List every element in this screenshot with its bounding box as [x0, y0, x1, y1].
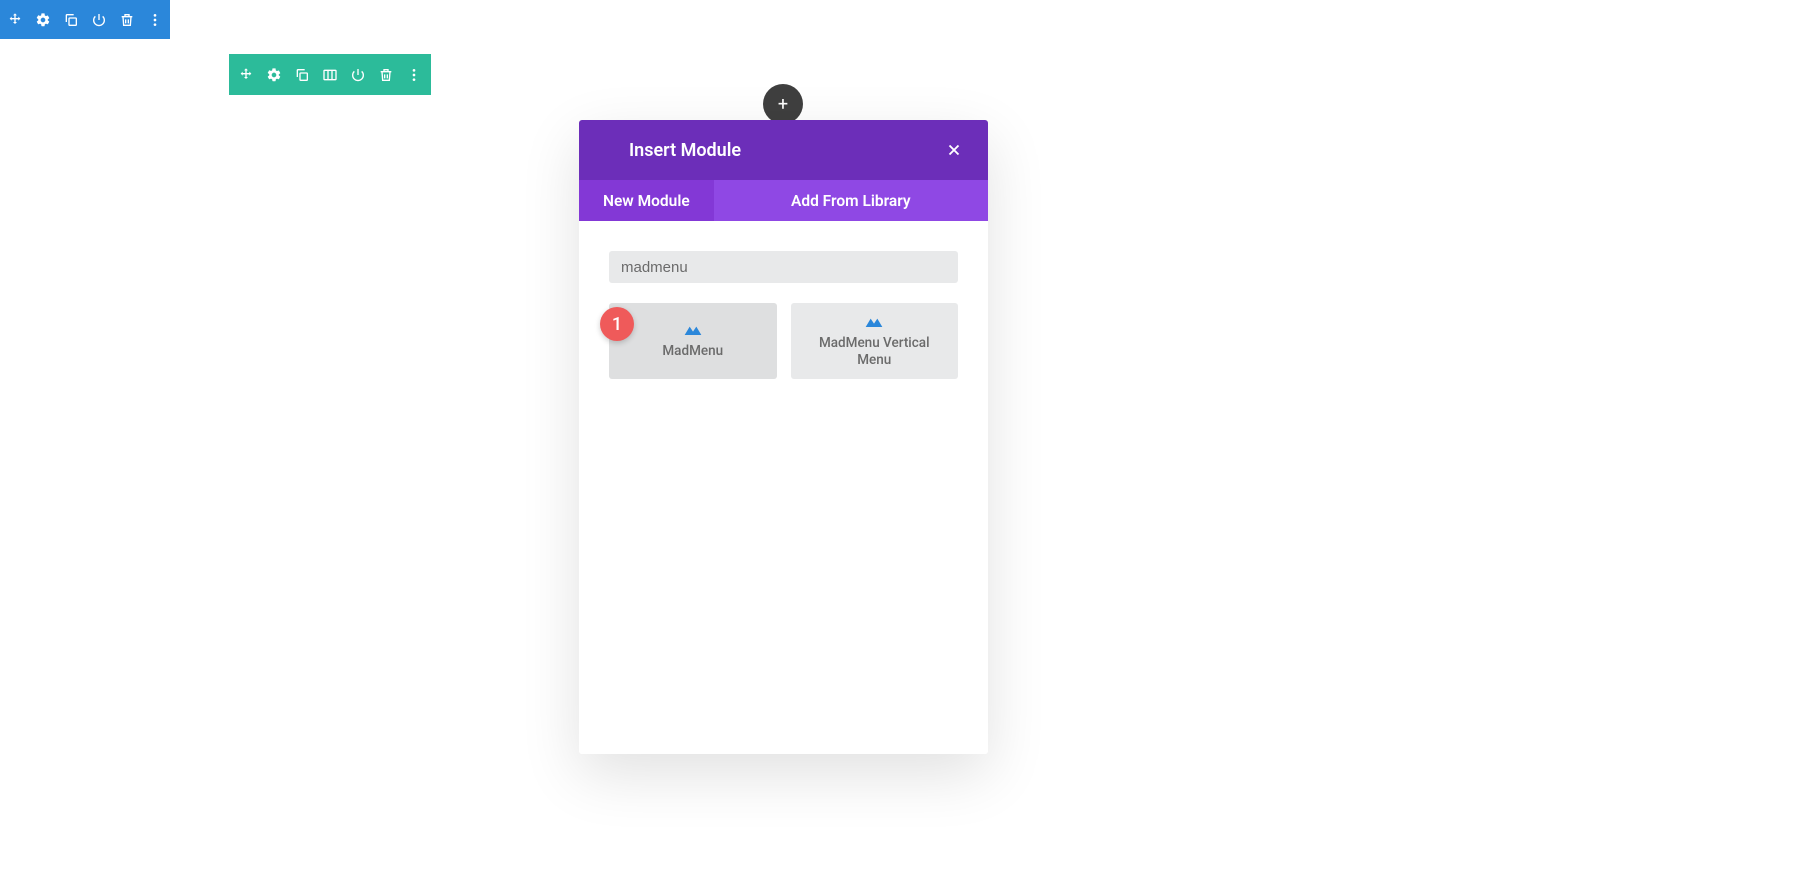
module-grid: MadMenu MadMenu Vertical Menu: [609, 303, 958, 379]
modal-body: MadMenu MadMenu Vertical Menu: [579, 221, 988, 754]
section-toolbar: [0, 0, 170, 39]
duplicate-icon[interactable]: [293, 66, 311, 84]
module-card-madmenu[interactable]: MadMenu: [609, 303, 777, 379]
duplicate-icon[interactable]: [62, 11, 80, 29]
close-icon[interactable]: [944, 140, 964, 160]
modal-header: Insert Module: [579, 120, 988, 180]
trash-icon[interactable]: [118, 11, 136, 29]
row-toolbar: [229, 54, 431, 95]
tab-add-from-library[interactable]: Add From Library: [714, 180, 988, 221]
columns-icon[interactable]: [321, 66, 339, 84]
insert-module-modal: Insert Module New Module Add From Librar…: [579, 120, 988, 754]
power-icon[interactable]: [90, 11, 108, 29]
modal-title: Insert Module: [629, 140, 741, 161]
madmenu-icon: [864, 315, 884, 329]
plus-icon: +: [778, 94, 788, 115]
modal-tabs: New Module Add From Library: [579, 180, 988, 221]
add-module-button[interactable]: +: [763, 84, 803, 124]
module-search-input[interactable]: [609, 251, 958, 283]
more-icon[interactable]: [146, 11, 164, 29]
move-icon[interactable]: [6, 11, 24, 29]
annotation-badge-1: 1: [600, 307, 634, 341]
more-icon[interactable]: [405, 66, 423, 84]
power-icon[interactable]: [349, 66, 367, 84]
gear-icon[interactable]: [265, 66, 283, 84]
madmenu-icon: [683, 323, 703, 337]
gear-icon[interactable]: [34, 11, 52, 29]
tab-new-module[interactable]: New Module: [579, 180, 714, 221]
module-label: MadMenu: [662, 343, 723, 360]
move-icon[interactable]: [237, 66, 255, 84]
module-card-madmenu-vertical[interactable]: MadMenu Vertical Menu: [791, 303, 959, 379]
trash-icon[interactable]: [377, 66, 395, 84]
module-label: MadMenu Vertical Menu: [801, 335, 949, 369]
